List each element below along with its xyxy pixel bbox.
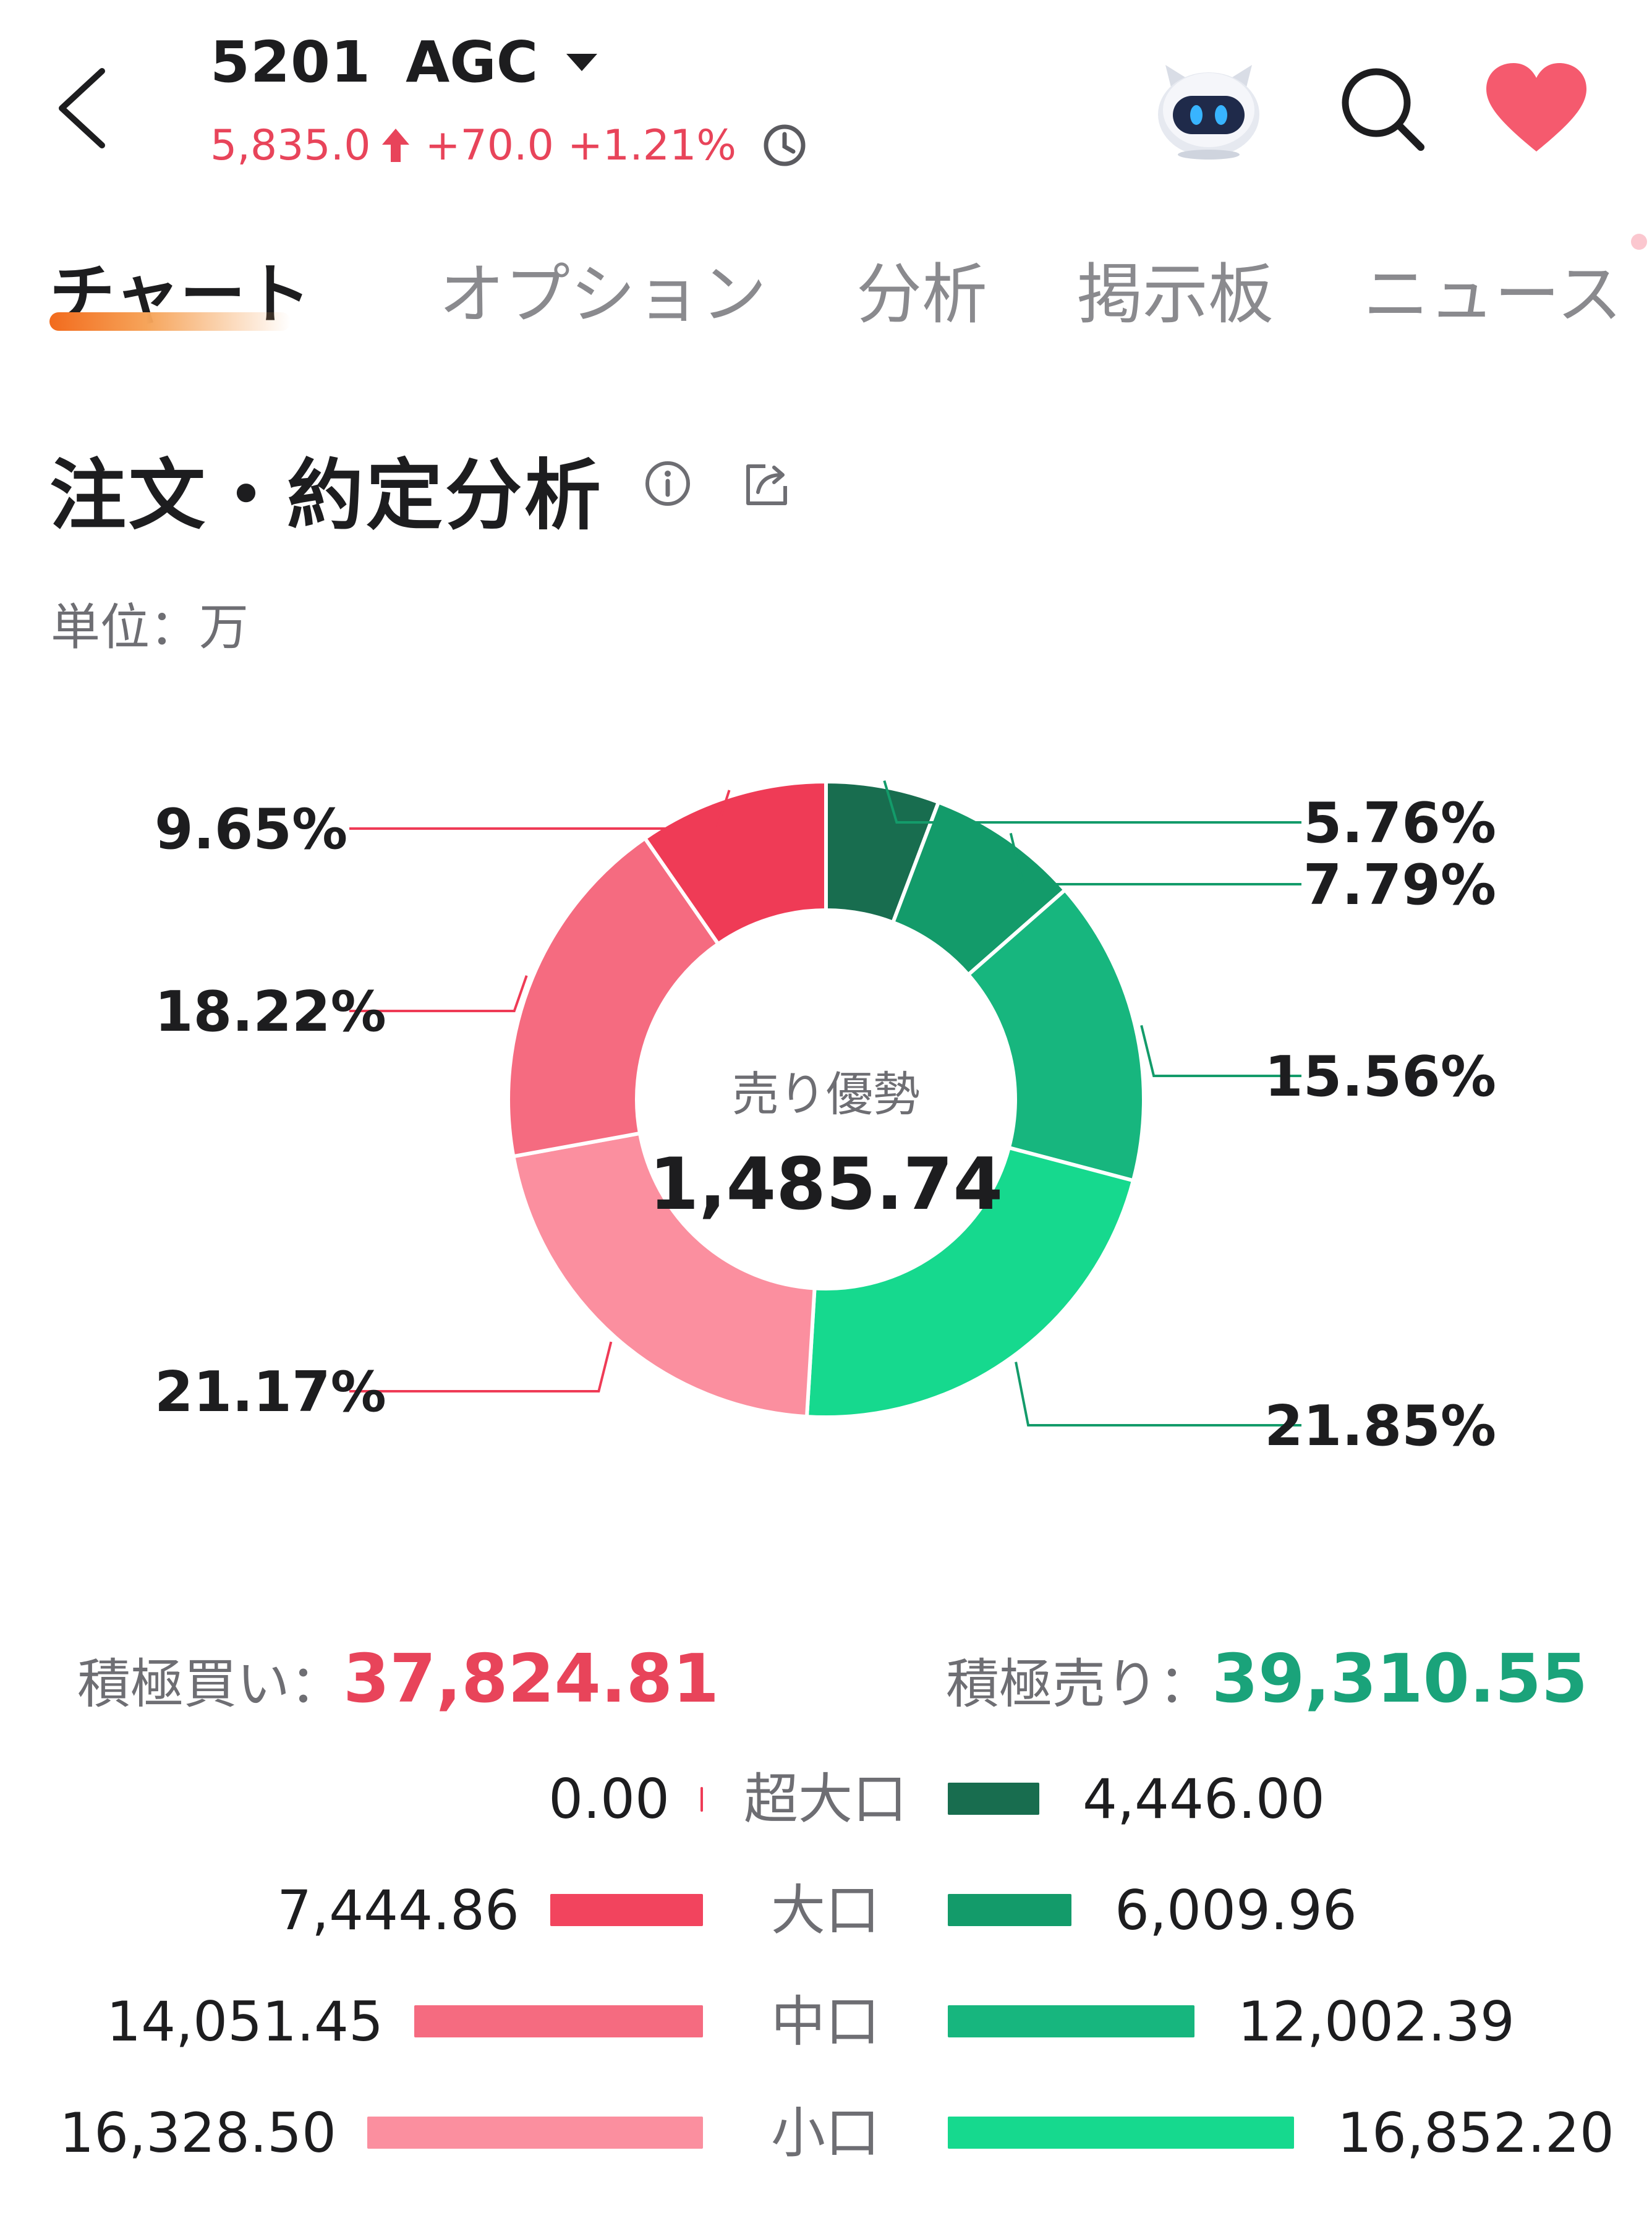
- breakdown-buy-value: 0.00: [548, 1767, 670, 1831]
- breakdown-category: 小口: [770, 2101, 880, 2165]
- breakdown-buy-bar: [367, 2117, 703, 2149]
- price-change-pct: +1.21%: [567, 121, 736, 170]
- donut-slice-label: 15.56%: [1264, 1044, 1496, 1109]
- breakdown-row-extra-large: 0.00 超大口 4,446.00: [0, 1762, 1652, 1836]
- ticker-code: 5201: [210, 28, 372, 95]
- tab-analysis[interactable]: 分析: [856, 241, 987, 336]
- unit-label: 単位：万: [51, 599, 249, 656]
- donut-slice-label: 9.65%: [155, 797, 347, 862]
- donut-leader-line: [349, 1341, 613, 1392]
- donut-slice-label: 21.17%: [155, 1360, 386, 1425]
- donut-center-value: 1,485.74: [649, 1143, 1003, 1226]
- donut-slice-label: 7.79%: [1303, 853, 1496, 918]
- robot-icon[interactable]: [1153, 56, 1264, 161]
- breakdown-row-small: 16,328.50 小口 16,852.20: [0, 2096, 1652, 2170]
- donut-slice-label: 21.85%: [1264, 1394, 1496, 1459]
- breakdown-buy-value: 7,444.86: [277, 1878, 519, 1942]
- donut-slice-label: 5.76%: [1303, 791, 1496, 856]
- active-sell-value: 39,310.55: [1212, 1640, 1588, 1718]
- breakdown-sell-bar: [948, 2005, 1194, 2037]
- back-icon[interactable]: [43, 62, 117, 155]
- chevron-down-icon[interactable]: [560, 40, 603, 83]
- section-title: 注文・約定分析: [49, 451, 604, 540]
- breakdown-buy-value: 14,051.45: [106, 1990, 383, 2053]
- breakdown-category: 超大口: [743, 1767, 907, 1831]
- breakdown-buy-value: 16,328.50: [59, 2101, 336, 2165]
- ticker-name: AGC: [406, 28, 539, 95]
- notification-dot: [1631, 234, 1647, 250]
- breakdown-sell-value: 12,002.39: [1238, 1990, 1515, 2053]
- arrow-up-icon: [381, 129, 409, 162]
- price-row: 5,835.0 +70.0 +1.21%: [210, 111, 808, 179]
- breakdown-category: 中口: [770, 1990, 880, 2053]
- price-change: +70.0: [425, 121, 554, 170]
- active-sell-total: 積極売り： 39,310.55: [946, 1639, 1588, 1719]
- active-buy-value: 37,824.81: [343, 1640, 720, 1718]
- breakdown-buy-bar: [550, 1894, 703, 1926]
- donut-slice-label: 18.22%: [155, 979, 386, 1044]
- ticker-header[interactable]: 5201 AGC: [210, 25, 603, 99]
- breakdown-sell-value: 6,009.96: [1115, 1878, 1357, 1942]
- breakdown-sell-bar: [948, 2117, 1294, 2149]
- active-tab-indicator: [49, 312, 291, 331]
- heart-icon[interactable]: [1484, 62, 1589, 155]
- tab-board[interactable]: 掲示板: [1077, 241, 1274, 336]
- breakdown-sell-value: 16,852.20: [1337, 2101, 1614, 2165]
- active-buy-total: 積極買い： 37,824.81: [77, 1639, 719, 1719]
- active-buy-label: 積極買い：: [77, 1653, 343, 1715]
- breakdown-sell-bar: [948, 1894, 1071, 1926]
- active-sell-label: 積極売り：: [946, 1653, 1212, 1715]
- tab-options[interactable]: オプション: [439, 241, 767, 336]
- clock-icon[interactable]: [761, 122, 808, 169]
- breakdown-sell-bar: [948, 1783, 1039, 1815]
- last-price: 5,835.0: [210, 121, 371, 170]
- breakdown-row-medium: 14,051.45 中口 12,002.39: [0, 1985, 1652, 2059]
- breakdown-sell-value: 4,446.00: [1083, 1767, 1325, 1831]
- breakdown-row-large: 7,444.86 大口 6,009.96: [0, 1874, 1652, 1948]
- donut-center-label: 売り優勢: [732, 1067, 920, 1122]
- tab-news[interactable]: ニュース: [1363, 241, 1622, 336]
- breakdown-buy-bar: [414, 2005, 703, 2037]
- share-icon[interactable]: [741, 459, 793, 511]
- info-icon[interactable]: [643, 459, 692, 508]
- order-flow-donut-chart: 5.76%7.79%15.56%21.85%21.17%18.22%9.65% …: [155, 779, 1496, 1459]
- breakdown-buy-bar: [700, 1787, 703, 1812]
- donut-leader-line: [1015, 1362, 1301, 1426]
- search-icon[interactable]: [1335, 62, 1428, 155]
- breakdown-category: 大口: [770, 1878, 880, 1942]
